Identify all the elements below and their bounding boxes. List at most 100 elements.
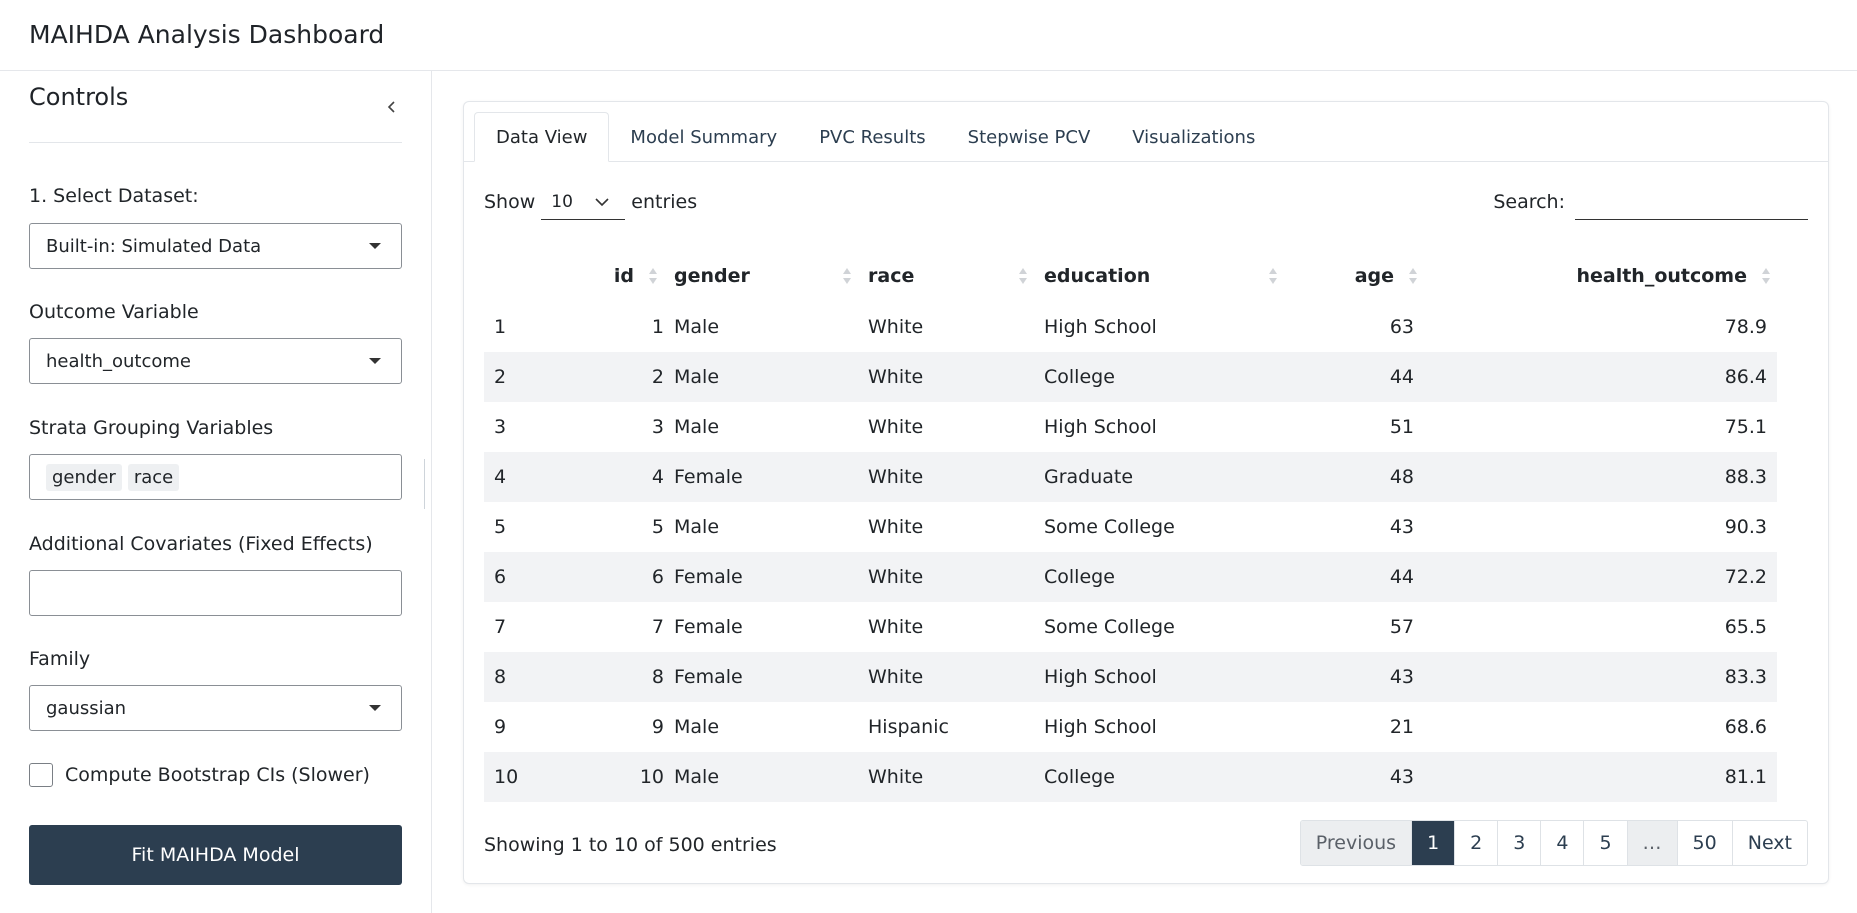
strata-chip[interactable]: gender <box>46 463 122 491</box>
col-header-id[interactable]: id <box>564 250 664 302</box>
page-button[interactable]: 4 <box>1540 821 1583 865</box>
cell-race: White <box>858 652 1034 702</box>
cell-gender: Male <box>674 516 720 538</box>
table-row: 2 2 Male White College 44 86.4 <box>484 352 1777 402</box>
cell-index: 2 <box>484 352 564 402</box>
cell-gender: Male <box>674 316 720 338</box>
cell-education: High School <box>1044 416 1157 438</box>
cell-id: 4 <box>564 452 664 502</box>
cell-education: College <box>1034 352 1284 402</box>
cell-race: White <box>868 316 924 338</box>
family-select[interactable]: gaussian <box>29 685 402 731</box>
next-page-button[interactable]: Next <box>1731 821 1807 865</box>
cell-index: 9 <box>494 716 507 738</box>
bootstrap-label: Compute Bootstrap CIs (Slower) <box>65 764 370 786</box>
dataset-label: 1. Select Dataset: <box>29 185 199 207</box>
cell-race: White <box>868 616 924 638</box>
previous-page-button[interactable]: Previous <box>1300 821 1412 865</box>
page-button[interactable]: 50 <box>1676 821 1732 865</box>
page-button[interactable]: 5 <box>1583 821 1626 865</box>
col-header-label: race <box>868 265 915 287</box>
dataset-select-value: Built-in: Simulated Data <box>46 235 262 257</box>
cell-health-outcome: 72.2 <box>1424 552 1777 602</box>
collapse-sidebar-button[interactable] <box>382 97 402 117</box>
sidebar-resize-handle[interactable] <box>424 459 425 509</box>
chevron-down-icon <box>595 198 609 207</box>
tab-stepwise-pcv[interactable]: Stepwise PCV <box>947 112 1112 162</box>
col-header-age[interactable]: age <box>1284 250 1424 302</box>
sort-icon <box>1019 268 1027 284</box>
sidebar: Controls 1. Select Dataset: Built-in: Si… <box>0 71 432 913</box>
strata-chip[interactable]: race <box>127 463 180 491</box>
cell-education: High School <box>1034 652 1284 702</box>
tab-visualizations[interactable]: Visualizations <box>1111 112 1276 162</box>
cell-index: 5 <box>494 516 507 538</box>
page-button[interactable]: 1 <box>1411 821 1455 865</box>
cell-race: White <box>868 416 924 438</box>
search-input[interactable] <box>1575 184 1808 220</box>
data-table: id gender race education age health_outc… <box>484 250 1777 802</box>
cell-index: 8 <box>484 652 564 702</box>
cell-age: 44 <box>1284 552 1424 602</box>
table-header-row: id gender race education age health_outc… <box>484 250 1777 302</box>
cell-education: College <box>1034 752 1284 802</box>
col-header-label: education <box>1044 265 1151 287</box>
entries-label: entries <box>631 191 698 213</box>
cell-education: College <box>1034 552 1284 602</box>
cell-index: 6 <box>484 552 564 602</box>
table-row: 1 1 Male White High School 63 78.9 <box>484 302 1777 352</box>
page-ellipsis: … <box>1626 821 1677 865</box>
col-header-health-outcome[interactable]: health_outcome <box>1424 250 1777 302</box>
tab-pvc-results[interactable]: PVC Results <box>798 112 946 162</box>
sort-icon <box>843 268 851 284</box>
table-row: 10 10 Male White College 43 81.1 <box>484 752 1777 802</box>
cell-education: Graduate <box>1034 452 1284 502</box>
cell-age: 63 <box>1389 316 1414 338</box>
cell-age: 51 <box>1389 416 1414 438</box>
cell-id: 6 <box>564 552 664 602</box>
cell-index: 10 <box>484 752 564 802</box>
dataset-select[interactable]: Built-in: Simulated Data <box>29 223 402 269</box>
tab-model-summary[interactable]: Model Summary <box>609 112 798 162</box>
strata-input[interactable]: gender race <box>29 454 402 500</box>
table-row: 8 8 Female White High School 43 83.3 <box>484 652 1777 702</box>
cell-age: 43 <box>1284 652 1424 702</box>
sort-icon <box>1409 268 1417 284</box>
cell-gender: Female <box>664 652 858 702</box>
cell-health-outcome: 83.3 <box>1424 652 1777 702</box>
page-length-control: Show 10 entries <box>484 184 697 220</box>
cell-race: White <box>858 452 1034 502</box>
col-header-index <box>484 250 564 302</box>
col-header-race[interactable]: race <box>858 250 1034 302</box>
outcome-select-value: health_outcome <box>46 350 191 372</box>
fit-model-button[interactable]: Fit MAIHDA Model <box>29 825 402 885</box>
bootstrap-option[interactable]: Compute Bootstrap CIs (Slower) <box>29 763 370 787</box>
cell-education: Some College <box>1044 516 1175 538</box>
cell-age: 43 <box>1284 752 1424 802</box>
cell-age: 44 <box>1284 352 1424 402</box>
table-row: 6 6 Female White College 44 72.2 <box>484 552 1777 602</box>
page-length-select[interactable]: 10 <box>541 184 626 220</box>
cell-gender: Male <box>674 416 720 438</box>
outcome-label: Outcome Variable <box>29 301 199 323</box>
page-button[interactable]: 2 <box>1454 821 1497 865</box>
cell-age: 43 <box>1389 516 1414 538</box>
col-header-label: gender <box>674 265 750 287</box>
table-row: 4 4 Female White Graduate 48 88.3 <box>484 452 1777 502</box>
cell-id: 2 <box>564 352 664 402</box>
covariates-input[interactable] <box>29 570 402 616</box>
cell-health-outcome: 78.9 <box>1724 316 1767 338</box>
cell-age: 57 <box>1389 616 1414 638</box>
page-button[interactable]: 3 <box>1497 821 1540 865</box>
sort-icon <box>1269 268 1277 284</box>
table-row: 3 3 Male White High School 51 75.1 <box>484 402 1777 452</box>
cell-gender: Female <box>674 616 743 638</box>
outcome-select[interactable]: health_outcome <box>29 338 402 384</box>
col-header-gender[interactable]: gender <box>664 250 858 302</box>
page-length-value: 10 <box>551 191 573 212</box>
cell-age: 21 <box>1389 716 1414 738</box>
tab-data-view[interactable]: Data View <box>474 112 610 162</box>
cell-gender: Male <box>664 752 858 802</box>
col-header-education[interactable]: education <box>1034 250 1284 302</box>
bootstrap-checkbox[interactable] <box>29 763 53 787</box>
